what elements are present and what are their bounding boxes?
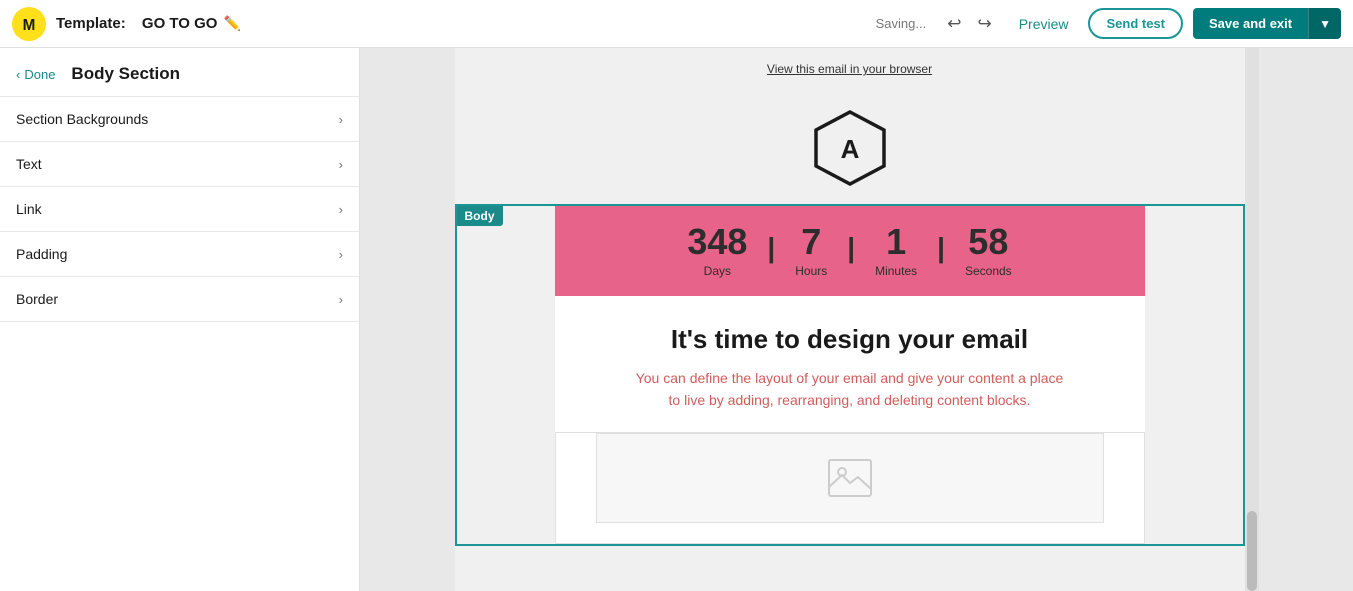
saving-status: Saving... bbox=[876, 16, 927, 31]
countdown-minutes: 1 Minutes bbox=[855, 224, 937, 278]
countdown-hours-label: Hours bbox=[795, 264, 827, 278]
mailchimp-logo: M bbox=[12, 7, 46, 41]
section-backgrounds-section: Section Backgrounds › bbox=[0, 97, 359, 142]
right-scrollbar-thumb bbox=[1247, 511, 1257, 591]
countdown-seconds-number: 58 bbox=[968, 224, 1008, 260]
border-label: Border bbox=[16, 291, 58, 307]
countdown-section: 348 Days | 7 Hours | 1 Minutes | bbox=[555, 206, 1145, 296]
text-chevron-icon: › bbox=[339, 157, 343, 172]
view-browser-link[interactable]: View this email in your browser bbox=[767, 62, 932, 76]
undo-button[interactable]: ↩ bbox=[940, 9, 968, 39]
countdown-divider-3: | bbox=[937, 232, 945, 278]
countdown-days: 348 Days bbox=[667, 224, 767, 278]
border-toggle[interactable]: Border › bbox=[0, 277, 359, 321]
text-label: Text bbox=[16, 156, 42, 172]
content-heading: It's time to design your email bbox=[671, 324, 1028, 355]
panel-header: ‹ Done Body Section bbox=[0, 48, 359, 97]
countdown-divider-2: | bbox=[847, 232, 855, 278]
content-section: It's time to design your email You can d… bbox=[555, 296, 1145, 432]
save-exit-group: Save and exit ▼ bbox=[1193, 8, 1341, 39]
template-title: Template: GO TO GO ✏️ bbox=[56, 15, 241, 32]
text-toggle[interactable]: Text › bbox=[0, 142, 359, 186]
left-panel: ‹ Done Body Section Section Backgrounds … bbox=[0, 48, 360, 591]
image-placeholder-icon bbox=[828, 459, 872, 497]
save-exit-button[interactable]: Save and exit bbox=[1193, 8, 1308, 39]
send-test-button[interactable]: Send test bbox=[1088, 8, 1183, 39]
text-section: Text › bbox=[0, 142, 359, 187]
countdown-days-number: 348 bbox=[687, 224, 747, 260]
canvas-area: View this email in your browser A Body 3… bbox=[360, 48, 1353, 591]
main-layout: ‹ Done Body Section Section Backgrounds … bbox=[0, 48, 1353, 591]
svg-text:A: A bbox=[840, 134, 859, 164]
border-section: Border › bbox=[0, 277, 359, 322]
border-chevron-icon: › bbox=[339, 292, 343, 307]
hex-logo-icon: A bbox=[810, 108, 890, 188]
countdown-minutes-number: 1 bbox=[886, 224, 906, 260]
svg-text:M: M bbox=[23, 17, 36, 34]
preview-button[interactable]: Preview bbox=[1009, 10, 1079, 38]
template-label: Template: bbox=[56, 15, 126, 32]
countdown-hours: 7 Hours bbox=[775, 224, 847, 278]
countdown-days-label: Days bbox=[704, 264, 731, 278]
right-scrollbar[interactable] bbox=[1245, 48, 1259, 591]
section-backgrounds-label: Section Backgrounds bbox=[16, 111, 148, 127]
padding-section: Padding › bbox=[0, 232, 359, 277]
back-label: Done bbox=[24, 67, 55, 82]
link-toggle[interactable]: Link › bbox=[0, 187, 359, 231]
back-arrow-icon: ‹ bbox=[16, 67, 20, 82]
padding-label: Padding bbox=[16, 246, 67, 262]
link-label: Link bbox=[16, 201, 42, 217]
template-name: GO TO GO bbox=[142, 15, 218, 32]
top-nav: M Template: GO TO GO ✏️ Saving... ↩ ↪ Pr… bbox=[0, 0, 1353, 48]
section-backgrounds-toggle[interactable]: Section Backgrounds › bbox=[0, 97, 359, 141]
link-chevron-icon: › bbox=[339, 202, 343, 217]
logo-section: A bbox=[455, 88, 1245, 204]
countdown-divider-1: | bbox=[767, 232, 775, 278]
email-canvas: View this email in your browser A Body 3… bbox=[455, 48, 1245, 591]
countdown-hours-number: 7 bbox=[801, 224, 821, 260]
body-section-wrapper: Body 348 Days | 7 Hours | 1 Minute bbox=[455, 204, 1245, 546]
content-body-text: You can define the layout of your email … bbox=[630, 367, 1070, 412]
undo-redo-group: ↩ ↪ bbox=[940, 9, 999, 39]
padding-toggle[interactable]: Padding › bbox=[0, 232, 359, 276]
redo-button[interactable]: ↪ bbox=[970, 9, 998, 39]
save-exit-dropdown-button[interactable]: ▼ bbox=[1308, 8, 1341, 39]
countdown-seconds-label: Seconds bbox=[965, 264, 1012, 278]
image-placeholder bbox=[596, 433, 1104, 523]
back-button[interactable]: ‹ Done bbox=[16, 67, 55, 82]
body-label: Body bbox=[457, 206, 503, 226]
section-backgrounds-chevron-icon: › bbox=[339, 112, 343, 127]
view-browser-bar: View this email in your browser bbox=[455, 48, 1245, 88]
padding-chevron-icon: › bbox=[339, 247, 343, 262]
link-section: Link › bbox=[0, 187, 359, 232]
image-section bbox=[555, 432, 1145, 544]
countdown-seconds: 58 Seconds bbox=[945, 224, 1032, 278]
panel-title: Body Section bbox=[71, 64, 180, 84]
edit-title-icon[interactable]: ✏️ bbox=[223, 15, 240, 32]
countdown-minutes-label: Minutes bbox=[875, 264, 917, 278]
